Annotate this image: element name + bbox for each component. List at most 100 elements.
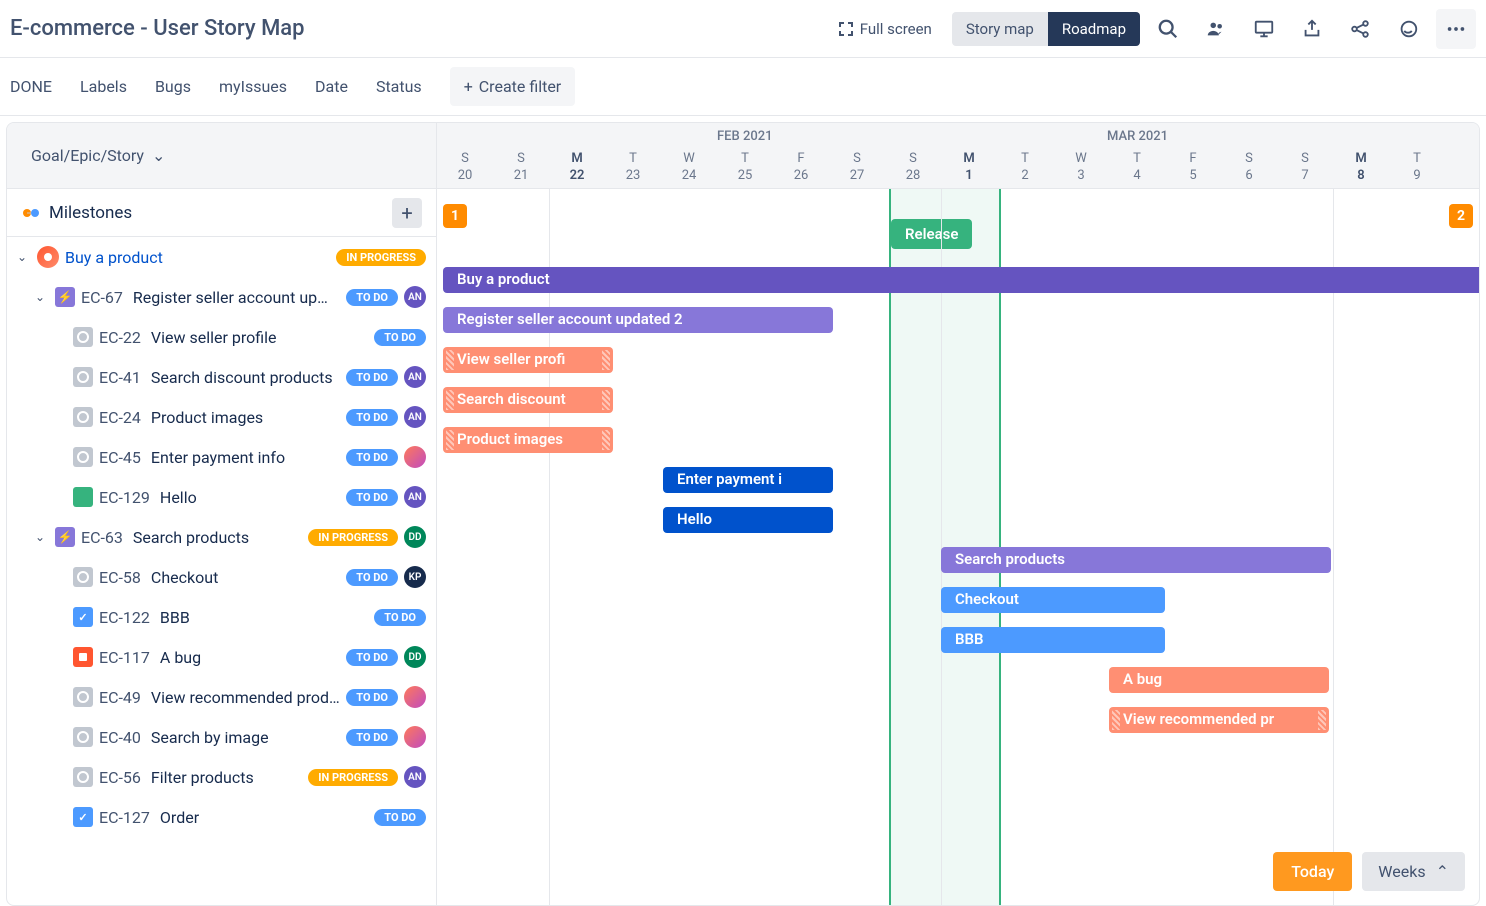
issue-title: Product images (151, 408, 340, 427)
status-badge[interactable]: IN PROGRESS (308, 529, 398, 546)
avatar[interactable] (404, 726, 426, 748)
tree-row[interactable]: EC-45Enter payment infoTO DO (7, 437, 436, 477)
status-badge[interactable]: TO DO (374, 609, 426, 626)
status-badge[interactable]: IN PROGRESS (336, 249, 426, 266)
fullscreen-button[interactable]: Full screen (826, 12, 944, 46)
avatar[interactable] (404, 686, 426, 708)
filter-status[interactable]: Status (376, 77, 422, 96)
timeline-bar[interactable]: View recommended pr (1109, 707, 1329, 733)
timeline-bar[interactable]: Buy a product (443, 267, 1479, 293)
day-cell: W3 (1053, 146, 1109, 188)
issue-key: EC-40 (99, 728, 141, 747)
timeline-bar[interactable]: BBB (941, 627, 1165, 653)
timeline-bar[interactable]: Search discount (443, 387, 613, 413)
roadmap-tab[interactable]: Roadmap (1048, 12, 1140, 46)
marker-1[interactable]: 1 (443, 204, 467, 228)
status-badge[interactable]: TO DO (346, 569, 398, 586)
grouping-dropdown[interactable]: Goal/Epic/Story ⌄ (7, 123, 436, 189)
share-button[interactable] (1340, 9, 1380, 49)
header: E-commerce - User Story Map Full screen … (0, 0, 1486, 58)
story-icon (73, 447, 93, 467)
status-badge[interactable]: TO DO (374, 809, 426, 826)
tree-row[interactable]: ⌄EC-67Register seller account up…TO DOAN (7, 277, 436, 317)
tree-row[interactable]: EC-22View seller profileTO DO (7, 317, 436, 357)
add-milestone-button[interactable]: + (392, 198, 422, 228)
team-button[interactable] (1196, 9, 1236, 49)
story-icon (73, 687, 93, 707)
filter-date[interactable]: Date (315, 77, 348, 96)
status-badge[interactable]: TO DO (374, 329, 426, 346)
goal-icon (37, 246, 59, 268)
more-icon (1445, 18, 1467, 40)
more-button[interactable] (1436, 9, 1476, 49)
issue-key: EC-63 (81, 528, 123, 547)
avatar[interactable]: AN (404, 486, 426, 508)
day-cell: T4 (1109, 146, 1165, 188)
avatar[interactable] (404, 446, 426, 468)
tree-row[interactable]: EC-117A bugTO DODD (7, 637, 436, 677)
tree-row[interactable]: EC-122BBBTO DO (7, 597, 436, 637)
filter-bugs[interactable]: Bugs (155, 77, 191, 96)
tree-row[interactable]: ⌄ EC-63 Search products IN PROGRESS DD (7, 517, 436, 557)
zoom-dropdown[interactable]: Weeks ⌃ (1362, 852, 1465, 891)
avatar[interactable]: AN (404, 366, 426, 388)
tree-row[interactable]: EC-40Search by imageTO DO (7, 717, 436, 757)
month-label: MAR 2021 (1107, 129, 1168, 144)
status-badge[interactable]: TO DO (346, 729, 398, 746)
avatar[interactable]: KP (404, 566, 426, 588)
timeline-bar[interactable]: Hello (663, 507, 833, 533)
presentation-button[interactable] (1244, 9, 1284, 49)
timeline-bar[interactable]: Product images (443, 427, 613, 453)
timeline-bar[interactable]: Register seller account updated 2 (443, 307, 833, 333)
release-marker[interactable]: Release (891, 219, 972, 249)
status-badge[interactable]: TO DO (346, 409, 398, 426)
timeline-bar[interactable]: View seller profi (443, 347, 613, 373)
timeline[interactable]: S20S21M22T23W24T25F26S27S28M1T2W3T4F5S6S… (437, 123, 1479, 905)
avatar[interactable]: AN (404, 766, 426, 788)
day-cell: T25 (717, 146, 773, 188)
status-badge[interactable]: IN PROGRESS (308, 769, 398, 786)
status-badge[interactable]: TO DO (346, 649, 398, 666)
tree-row[interactable]: EC-49View recommended prod…TO DO (7, 677, 436, 717)
avatar[interactable]: AN (404, 406, 426, 428)
chevron-down-icon[interactable]: ⌄ (17, 250, 31, 264)
marker-2[interactable]: 2 (1449, 204, 1473, 228)
issue-title: Search products (133, 528, 302, 547)
status-badge[interactable]: TO DO (346, 449, 398, 466)
avatar[interactable]: DD (404, 526, 426, 548)
filter-labels[interactable]: Labels (80, 77, 127, 96)
timeline-bar[interactable]: Enter payment i (663, 467, 833, 493)
issue-key: EC-24 (99, 408, 141, 427)
filter-done[interactable]: DONE (10, 77, 52, 96)
filter-myissues[interactable]: myIssues (219, 77, 287, 96)
issue-title: Hello (160, 488, 340, 507)
tree-row[interactable]: EC-58CheckoutTO DOKP (7, 557, 436, 597)
timeline-body[interactable]: 1 2 Release Buy a product Register seller… (437, 189, 1479, 905)
status-badge[interactable]: TO DO (346, 369, 398, 386)
tree-row[interactable]: EC-127OrderTO DO (7, 797, 436, 837)
export-button[interactable] (1292, 9, 1332, 49)
export-icon (1301, 18, 1323, 40)
timeline-bar[interactable]: Search products (941, 547, 1331, 573)
today-button[interactable]: Today (1273, 852, 1352, 891)
story-map-tab[interactable]: Story map (952, 12, 1048, 46)
tree-row[interactable]: EC-129HelloTO DOAN (7, 477, 436, 517)
tree-row[interactable]: EC-24 Product images TO DO AN (7, 397, 436, 437)
timeline-bar[interactable]: A bug (1109, 667, 1329, 693)
tree-row[interactable]: ⌄Buy a productIN PROGRESS (7, 237, 436, 277)
status-badge[interactable]: TO DO (346, 289, 398, 306)
task-icon (73, 807, 93, 827)
status-badge[interactable]: TO DO (346, 489, 398, 506)
tree-row[interactable]: EC-56Filter productsIN PROGRESSAN (7, 757, 436, 797)
chevron-down-icon[interactable]: ⌄ (35, 290, 49, 304)
avatar[interactable]: AN (404, 286, 426, 308)
timeline-bar[interactable]: Checkout (941, 587, 1165, 613)
status-badge[interactable]: TO DO (346, 689, 398, 706)
create-filter-button[interactable]: + Create filter (450, 67, 576, 106)
avatar[interactable]: DD (404, 646, 426, 668)
feedback-button[interactable] (1388, 9, 1428, 49)
day-cell: S20 (437, 146, 493, 188)
chevron-down-icon[interactable]: ⌄ (35, 530, 49, 544)
tree-row[interactable]: EC-41Search discount productsTO DOAN (7, 357, 436, 397)
search-button[interactable] (1148, 9, 1188, 49)
